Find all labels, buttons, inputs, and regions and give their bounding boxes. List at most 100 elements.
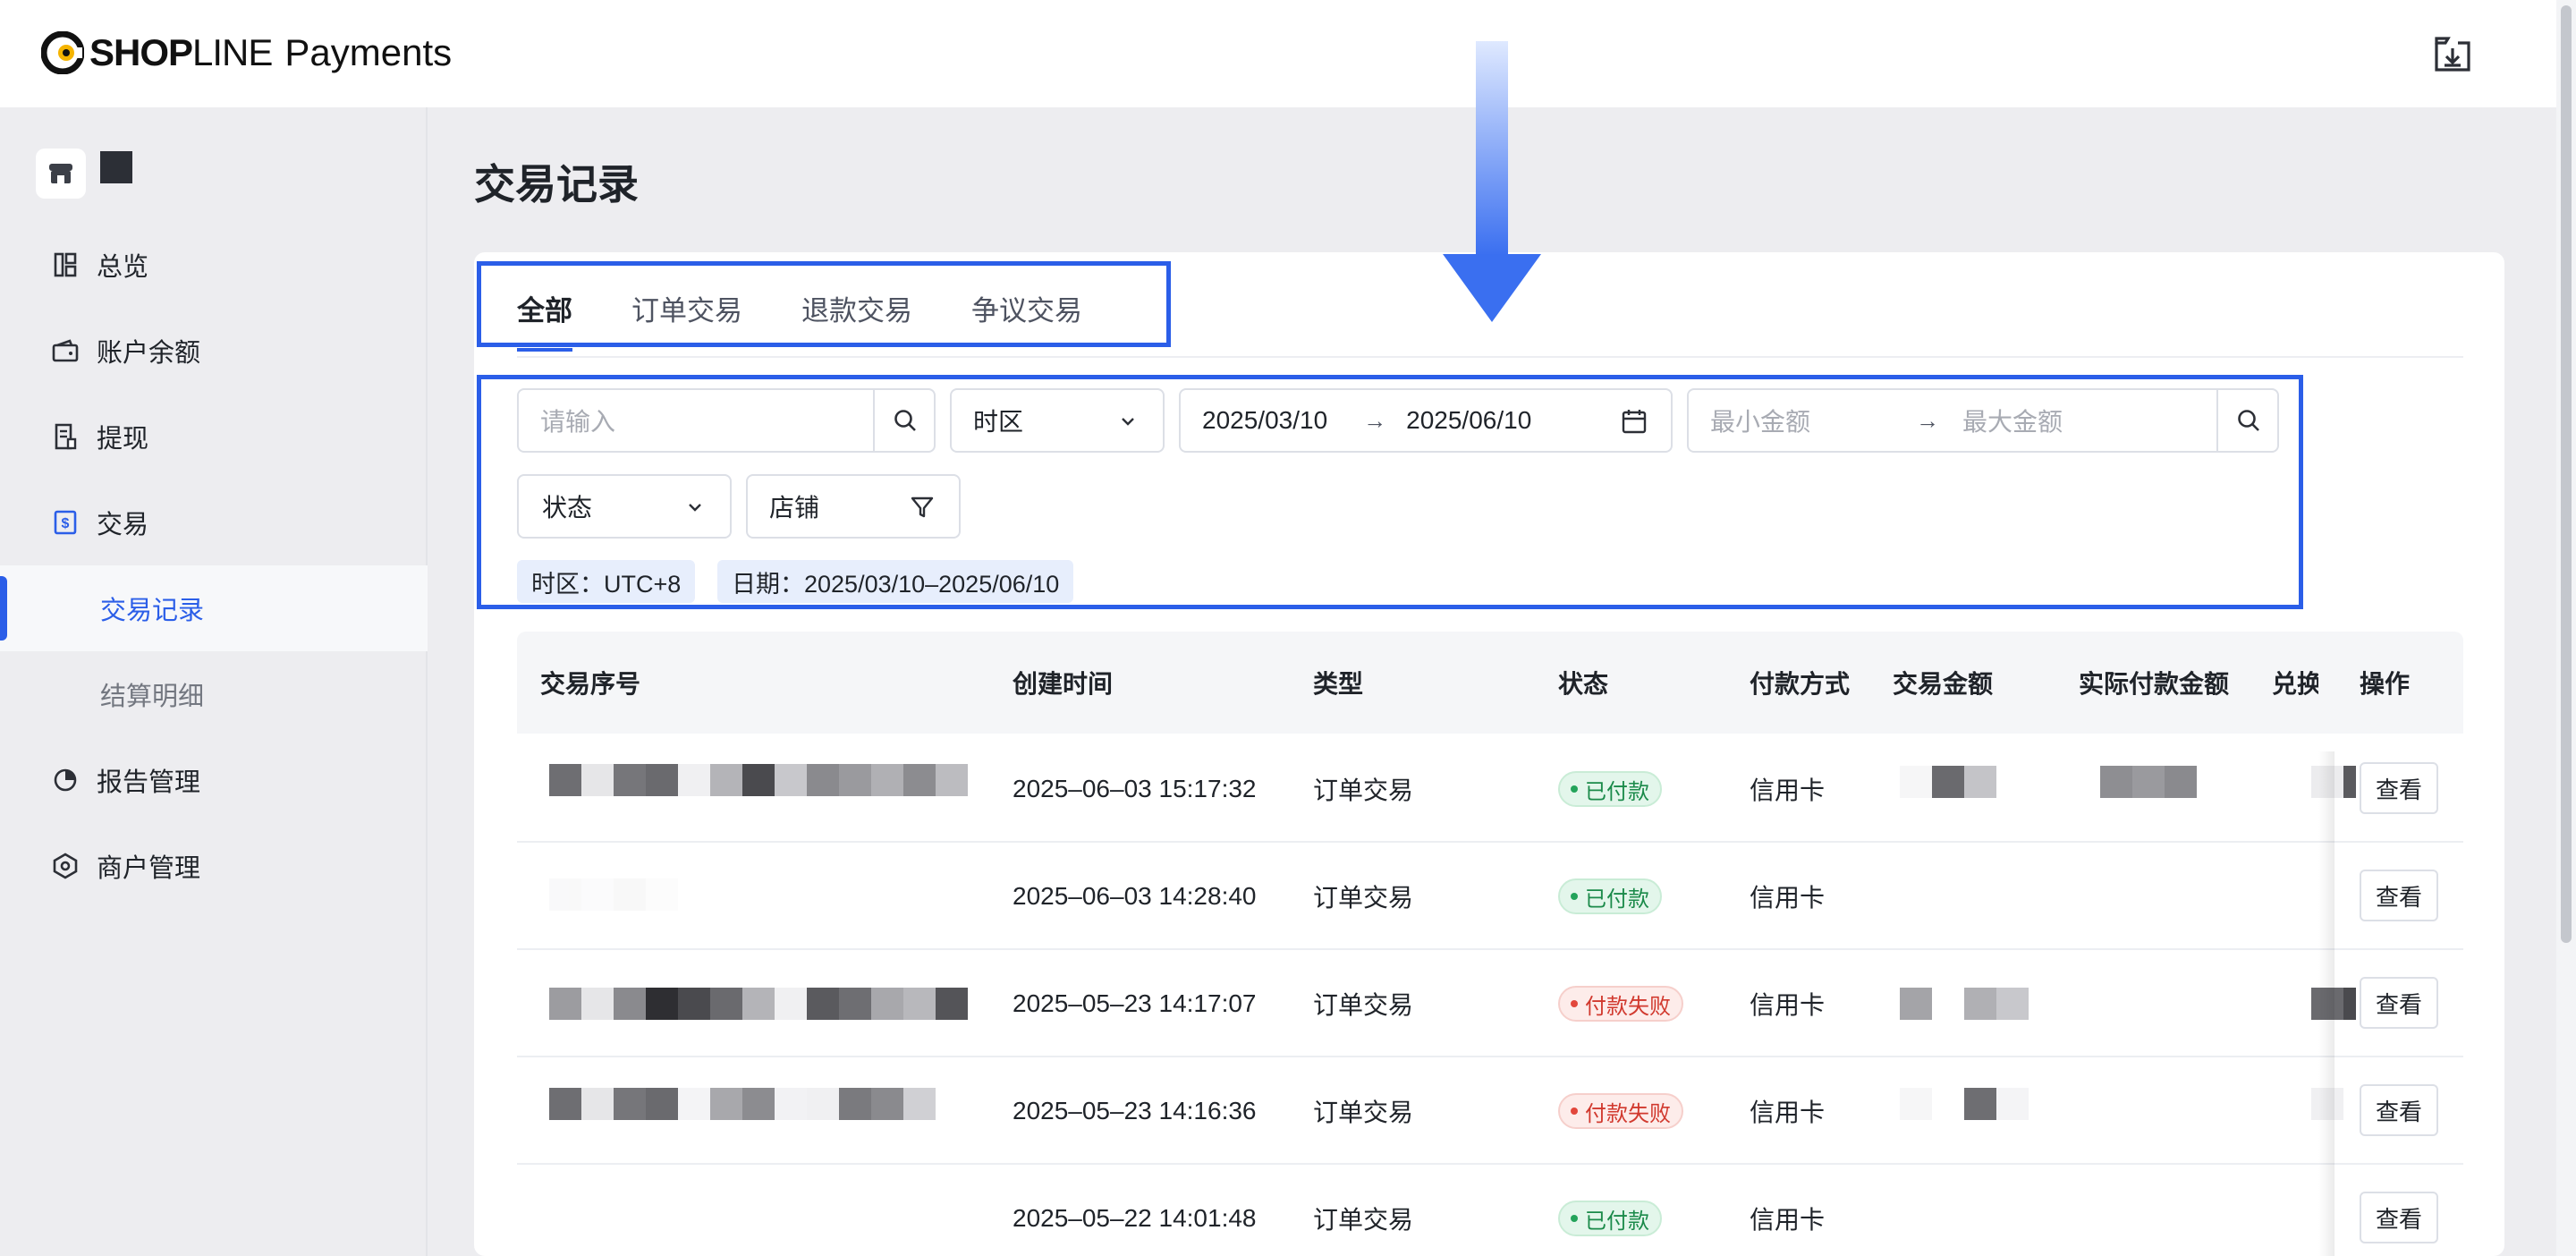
- amount-max-input[interactable]: 最大金额: [1962, 403, 2063, 438]
- view-button[interactable]: 查看: [2360, 977, 2438, 1029]
- status-badge: 已付款: [1558, 771, 1662, 807]
- sidebar-item-withdraw[interactable]: 提现: [0, 394, 428, 479]
- timezone-select[interactable]: 时区: [950, 388, 1165, 453]
- download-box-icon[interactable]: [2431, 34, 2474, 75]
- status-text: 已付款: [1585, 1209, 1649, 1234]
- page-scrollbar[interactable]: [2556, 0, 2576, 1256]
- tab-all[interactable]: 全部: [517, 288, 572, 352]
- date-end[interactable]: 2025/06/10: [1406, 406, 1531, 435]
- timezone-select-label: 时区: [973, 408, 1024, 436]
- withdraw-icon: [52, 423, 79, 450]
- amount-min-input[interactable]: 最小金额: [1710, 403, 1810, 438]
- status-select-label: 状态: [542, 494, 593, 522]
- table-row: 2025–05–23 14:16:36 订单交易 付款失败 信用卡 查看: [517, 1057, 2463, 1165]
- sidebar-item-transaction-records[interactable]: 交易记录: [0, 565, 428, 651]
- wallet-icon: [52, 337, 79, 364]
- table-row: 2025–05–23 14:17:07 订单交易 付款失败 信用卡 查看: [517, 950, 2463, 1057]
- status-dot: [1571, 785, 1578, 793]
- status-text: 已付款: [1585, 779, 1649, 804]
- transaction-type-tabs: 全部 订单交易 退款交易 争议交易: [517, 270, 1141, 352]
- status-cell: 付款失败: [1558, 1057, 1683, 1165]
- status-text: 付款失败: [1585, 994, 1671, 1019]
- payment-method: 信用卡: [1750, 884, 1826, 912]
- shopline-payments-logo[interactable]: SHOPLINE Payments: [41, 30, 452, 75]
- hexagon-settings-icon: [52, 853, 79, 879]
- created-time: 2025–06–03 15:17:32: [1013, 775, 1257, 802]
- created-time: 2025–05–22 14:01:48: [1013, 1204, 1257, 1232]
- status-cell: 已付款: [1558, 735, 1662, 843]
- filter-icon: [911, 496, 934, 518]
- sidebar-item-transactions[interactable]: $ 交易: [0, 479, 428, 565]
- sidebar-item-label: 交易: [97, 511, 149, 539]
- redacted-amount: [1900, 766, 1996, 798]
- column-header: 付款方式: [1750, 670, 1851, 698]
- date-range-picker[interactable]: 2025/03/10 → 2025/06/10: [1179, 388, 1673, 453]
- status-cell: 已付款: [1558, 843, 1662, 950]
- status-dot: [1571, 1000, 1578, 1007]
- column-header: 兑换汇: [2272, 670, 2318, 698]
- dollar-doc-icon: $: [52, 509, 79, 536]
- store-filter[interactable]: 店铺: [746, 474, 961, 539]
- tab-dispute-transactions[interactable]: 争议交易: [971, 288, 1082, 328]
- tab-order-transactions[interactable]: 订单交易: [631, 288, 742, 328]
- column-header: 类型: [1313, 670, 1364, 698]
- sidebar-item-reports[interactable]: 报告管理: [0, 737, 428, 823]
- top-header: SHOPLINE Payments: [0, 0, 2576, 107]
- sidebar-item-label: 报告管理: [97, 768, 201, 797]
- store-filter-label: 店铺: [769, 494, 820, 522]
- search-field: 请输入: [517, 388, 936, 453]
- sidebar-item-label: 总览: [97, 253, 149, 282]
- date-start[interactable]: 2025/03/10: [1202, 406, 1327, 435]
- sidebar-item-settlement-details[interactable]: 结算明细: [0, 651, 428, 737]
- table-row: 2025–06–03 15:17:32 订单交易 已付款 信用卡 查看: [517, 735, 2463, 843]
- filter-tag-date[interactable]: 日期：2025/03/10–2025/06/10: [717, 560, 1074, 603]
- tabs-divider: [517, 356, 2463, 358]
- range-arrow: →: [1363, 406, 1387, 434]
- tab-refund-transactions[interactable]: 退款交易: [801, 288, 912, 328]
- search-icon[interactable]: [2216, 390, 2279, 451]
- column-header: 状态: [1558, 670, 1609, 698]
- transaction-type: 订单交易: [1313, 777, 1414, 804]
- status-badge: 付款失败: [1558, 986, 1683, 1022]
- filter-tag-timezone[interactable]: 时区：UTC+8: [517, 560, 696, 603]
- annotation-arrow-down-icon: [1443, 254, 1541, 322]
- table-row: 2025–05–22 14:01:48 订单交易 已付款 信用卡 查看: [517, 1165, 2463, 1256]
- page-title: 交易记录: [474, 161, 639, 208]
- payment-method: 信用卡: [1750, 1206, 1826, 1234]
- svg-text:$: $: [62, 516, 70, 531]
- payment-method: 信用卡: [1750, 1099, 1826, 1126]
- redacted-transaction-id: [549, 1088, 936, 1120]
- store-switcher[interactable]: [36, 149, 132, 199]
- status-text: 已付款: [1585, 887, 1649, 912]
- view-button[interactable]: 查看: [2360, 1192, 2438, 1243]
- scrollbar-thumb[interactable]: [2561, 5, 2572, 943]
- view-button[interactable]: 查看: [2360, 1084, 2438, 1136]
- transaction-type: 订单交易: [1313, 1206, 1414, 1234]
- column-header: 操作: [2360, 670, 2411, 698]
- sidebar-item-merchant[interactable]: 商户管理: [0, 823, 428, 909]
- sidebar-item-overview[interactable]: 总览: [0, 222, 428, 308]
- status-select[interactable]: 状态: [517, 474, 732, 539]
- amount-range-field: 最小金额 → 最大金额: [1687, 388, 2279, 453]
- redacted-transaction-id: [549, 878, 678, 911]
- transaction-type: 订单交易: [1313, 991, 1414, 1019]
- store-name-redacted: [100, 151, 132, 183]
- status-dot: [1571, 1107, 1578, 1115]
- search-icon[interactable]: [873, 390, 936, 451]
- redacted-paid-amount: [2100, 766, 2197, 798]
- status-text: 付款失败: [1585, 1101, 1671, 1126]
- view-button[interactable]: 查看: [2360, 762, 2438, 814]
- brand-name: SHOPLINE: [89, 31, 273, 73]
- search-input[interactable]: 请输入: [540, 403, 615, 438]
- view-button[interactable]: 查看: [2360, 870, 2438, 921]
- range-arrow: →: [1916, 406, 1940, 434]
- sidebar-item-label: 商户管理: [97, 854, 201, 883]
- created-time: 2025–05–23 14:17:07: [1013, 989, 1257, 1017]
- sidebar-item-balance[interactable]: 账户余额: [0, 308, 428, 394]
- sidebar-item-label: 交易记录: [100, 597, 205, 625]
- redacted-transaction-id: [549, 764, 968, 796]
- column-header: 创建时间: [1013, 670, 1114, 698]
- status-badge: 已付款: [1558, 1201, 1662, 1236]
- created-time: 2025–05–23 14:16:36: [1013, 1097, 1257, 1124]
- status-cell: 付款失败: [1558, 950, 1683, 1057]
